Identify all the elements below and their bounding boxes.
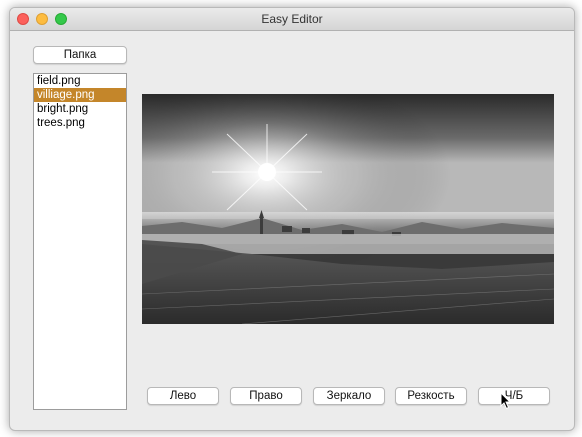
rotate-right-button[interactable]: Право bbox=[230, 387, 302, 405]
title-bar: Easy Editor bbox=[10, 8, 574, 31]
file-list-item[interactable]: trees.png bbox=[34, 116, 126, 130]
mouse-pointer-icon bbox=[500, 392, 512, 410]
file-list-item[interactable]: field.png bbox=[34, 74, 126, 88]
rotate-left-button[interactable]: Лево bbox=[147, 387, 219, 405]
mirror-button[interactable]: Зеркало bbox=[313, 387, 385, 405]
file-list-item-selected[interactable]: villiage.png bbox=[34, 88, 126, 102]
image-preview bbox=[142, 94, 554, 324]
folder-button[interactable]: Папка bbox=[33, 46, 127, 64]
easy-editor-window: Easy Editor Папка field.png villiage.png… bbox=[9, 7, 575, 431]
file-list[interactable]: field.png villiage.png bright.png trees.… bbox=[33, 73, 127, 410]
file-list-item[interactable]: bright.png bbox=[34, 102, 126, 116]
window-title: Easy Editor bbox=[261, 12, 323, 26]
village-photo bbox=[142, 94, 554, 324]
black-white-button[interactable]: Ч/Б bbox=[478, 387, 550, 405]
sharpen-button[interactable]: Резкость bbox=[395, 387, 467, 405]
